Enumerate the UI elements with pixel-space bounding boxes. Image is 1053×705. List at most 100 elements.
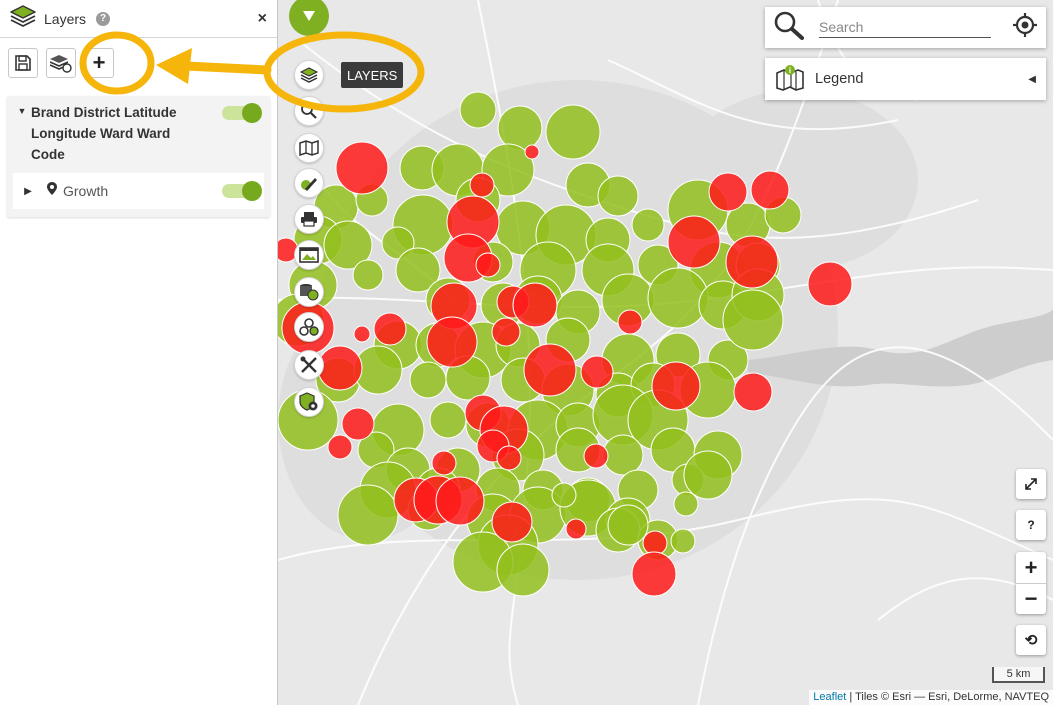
growth-bubble-red[interactable]: [733, 372, 773, 412]
legend-map-icon: i: [775, 63, 805, 96]
zoom-out-button[interactable]: −: [1016, 583, 1046, 614]
close-icon[interactable]: ×: [258, 10, 267, 28]
legend-panel[interactable]: i Legend ◀: [765, 58, 1046, 100]
fullscreen-button[interactable]: [1016, 469, 1046, 499]
growth-bubble-green[interactable]: [683, 450, 733, 500]
growth-bubble-red[interactable]: [341, 407, 375, 441]
growth-bubble-green[interactable]: [607, 504, 649, 546]
growth-bubble-red[interactable]: [617, 309, 643, 335]
search-input[interactable]: [819, 17, 991, 38]
basemap-tiles: [278, 0, 1053, 705]
layers-tooltip: LAYERS: [341, 62, 404, 88]
growth-bubble-red[interactable]: [631, 551, 677, 597]
help-icon[interactable]: ?: [96, 11, 111, 26]
growth-bubble-red[interactable]: [512, 282, 558, 328]
print-tool-button[interactable]: [294, 204, 324, 234]
layers-settings-icon: [50, 55, 72, 73]
growth-bubble-red[interactable]: [642, 530, 668, 556]
growth-bubble-red[interactable]: [708, 172, 748, 212]
growth-bubble-red[interactable]: [435, 476, 485, 526]
save-icon: [15, 55, 31, 71]
growth-bubble-green[interactable]: [722, 289, 784, 351]
growth-bubble-red[interactable]: [667, 215, 721, 269]
search-icon[interactable]: [773, 10, 805, 45]
admin-settings-button[interactable]: [294, 387, 324, 417]
data-tool-button[interactable]: [294, 277, 324, 307]
reset-view-button[interactable]: ⟲: [1016, 625, 1046, 655]
growth-bubble-red[interactable]: [580, 355, 614, 389]
panel-title: Layers: [44, 10, 87, 27]
layer-row[interactable]: ▼ Brand District Latitude Longitude Ward…: [13, 102, 264, 165]
attribution: Leaflet | Tiles © Esri — Esri, DeLorme, …: [809, 690, 1053, 705]
draw-tool-button[interactable]: [294, 168, 324, 198]
growth-bubble-red[interactable]: [583, 443, 609, 469]
growth-bubble-green[interactable]: [631, 208, 665, 242]
map-help-button[interactable]: ?: [1016, 510, 1046, 540]
panel-toolbar: +: [0, 38, 277, 88]
layers-icon: [300, 67, 318, 83]
growth-bubble-green[interactable]: [496, 543, 550, 597]
growth-bubble-red[interactable]: [523, 343, 577, 397]
growth-bubble-red[interactable]: [807, 261, 853, 307]
growth-bubble-green[interactable]: [459, 91, 497, 129]
layers-tool-button[interactable]: [294, 60, 324, 90]
scale-bar: 5 km: [992, 667, 1045, 683]
growth-bubble-red[interactable]: [327, 434, 353, 460]
growth-bubble-red[interactable]: [491, 501, 533, 543]
growth-bubble-green[interactable]: [670, 528, 696, 554]
sublayer-visibility-toggle[interactable]: [222, 181, 262, 201]
tools-icon: [300, 356, 317, 373]
growth-bubble-red[interactable]: [353, 325, 371, 343]
growth-bubble-red[interactable]: [373, 312, 407, 346]
growth-bubble-red[interactable]: [335, 141, 389, 195]
growth-bubble-green[interactable]: [647, 267, 709, 329]
growth-bubble-green[interactable]: [673, 491, 699, 517]
collapse-caret-icon[interactable]: ▼: [13, 102, 31, 116]
zoom-in-button[interactable]: +: [1016, 552, 1046, 583]
expand-caret-icon[interactable]: ▶: [19, 186, 37, 197]
growth-bubble-green[interactable]: [602, 434, 644, 476]
growth-bubble-red[interactable]: [426, 316, 478, 368]
growth-bubble-green[interactable]: [337, 484, 399, 546]
layers-icon: [10, 4, 36, 33]
tools-button[interactable]: [294, 350, 324, 380]
save-button[interactable]: [8, 48, 38, 78]
media-icon: [299, 247, 319, 263]
growth-bubble-red[interactable]: [496, 445, 522, 471]
layer-manager-button[interactable]: [46, 48, 76, 78]
growth-bubble-green[interactable]: [409, 361, 447, 399]
svg-text:i: i: [789, 66, 791, 75]
legend-expand-arrow-icon[interactable]: ◀: [1028, 74, 1036, 85]
growth-bubble-green[interactable]: [551, 482, 577, 508]
layer-visibility-toggle[interactable]: [222, 103, 262, 123]
media-tool-button[interactable]: [294, 240, 324, 270]
leaflet-link[interactable]: Leaflet: [813, 691, 846, 703]
growth-bubble-green[interactable]: [545, 104, 601, 160]
growth-bubble-green[interactable]: [597, 175, 639, 217]
growth-bubble-red[interactable]: [475, 252, 501, 278]
growth-bubble-red[interactable]: [491, 317, 521, 347]
basemap-tool-button[interactable]: [294, 133, 324, 163]
growth-bubble-green[interactable]: [429, 401, 467, 439]
growth-bubble-red[interactable]: [750, 170, 790, 210]
analysis-tool-button[interactable]: [294, 312, 324, 342]
growth-bubble-red[interactable]: [651, 361, 701, 411]
add-layer-button[interactable]: +: [84, 48, 114, 78]
growth-bubble-red[interactable]: [469, 172, 495, 198]
growth-bubble-green[interactable]: [497, 105, 543, 151]
growth-bubble-red[interactable]: [524, 144, 540, 160]
data-globe-icon: [300, 284, 319, 301]
map-canvas[interactable]: [278, 0, 1053, 705]
locate-icon[interactable]: [1012, 12, 1038, 43]
basemap-icon: [299, 140, 319, 156]
growth-bubble-red[interactable]: [317, 345, 363, 391]
zoom-select-tool-button[interactable]: [294, 96, 324, 126]
growth-bubble-red[interactable]: [431, 450, 457, 476]
layers-panel: Layers ? × + ▼ Brand District Latitude L…: [0, 0, 278, 705]
sublayer-row[interactable]: ▶ Growth: [13, 173, 264, 209]
growth-bubble-red[interactable]: [725, 235, 779, 289]
analysis-icon: [299, 318, 319, 336]
growth-bubble-green[interactable]: [352, 259, 384, 291]
growth-bubble-red[interactable]: [565, 518, 587, 540]
admin-settings-icon: [299, 392, 318, 411]
